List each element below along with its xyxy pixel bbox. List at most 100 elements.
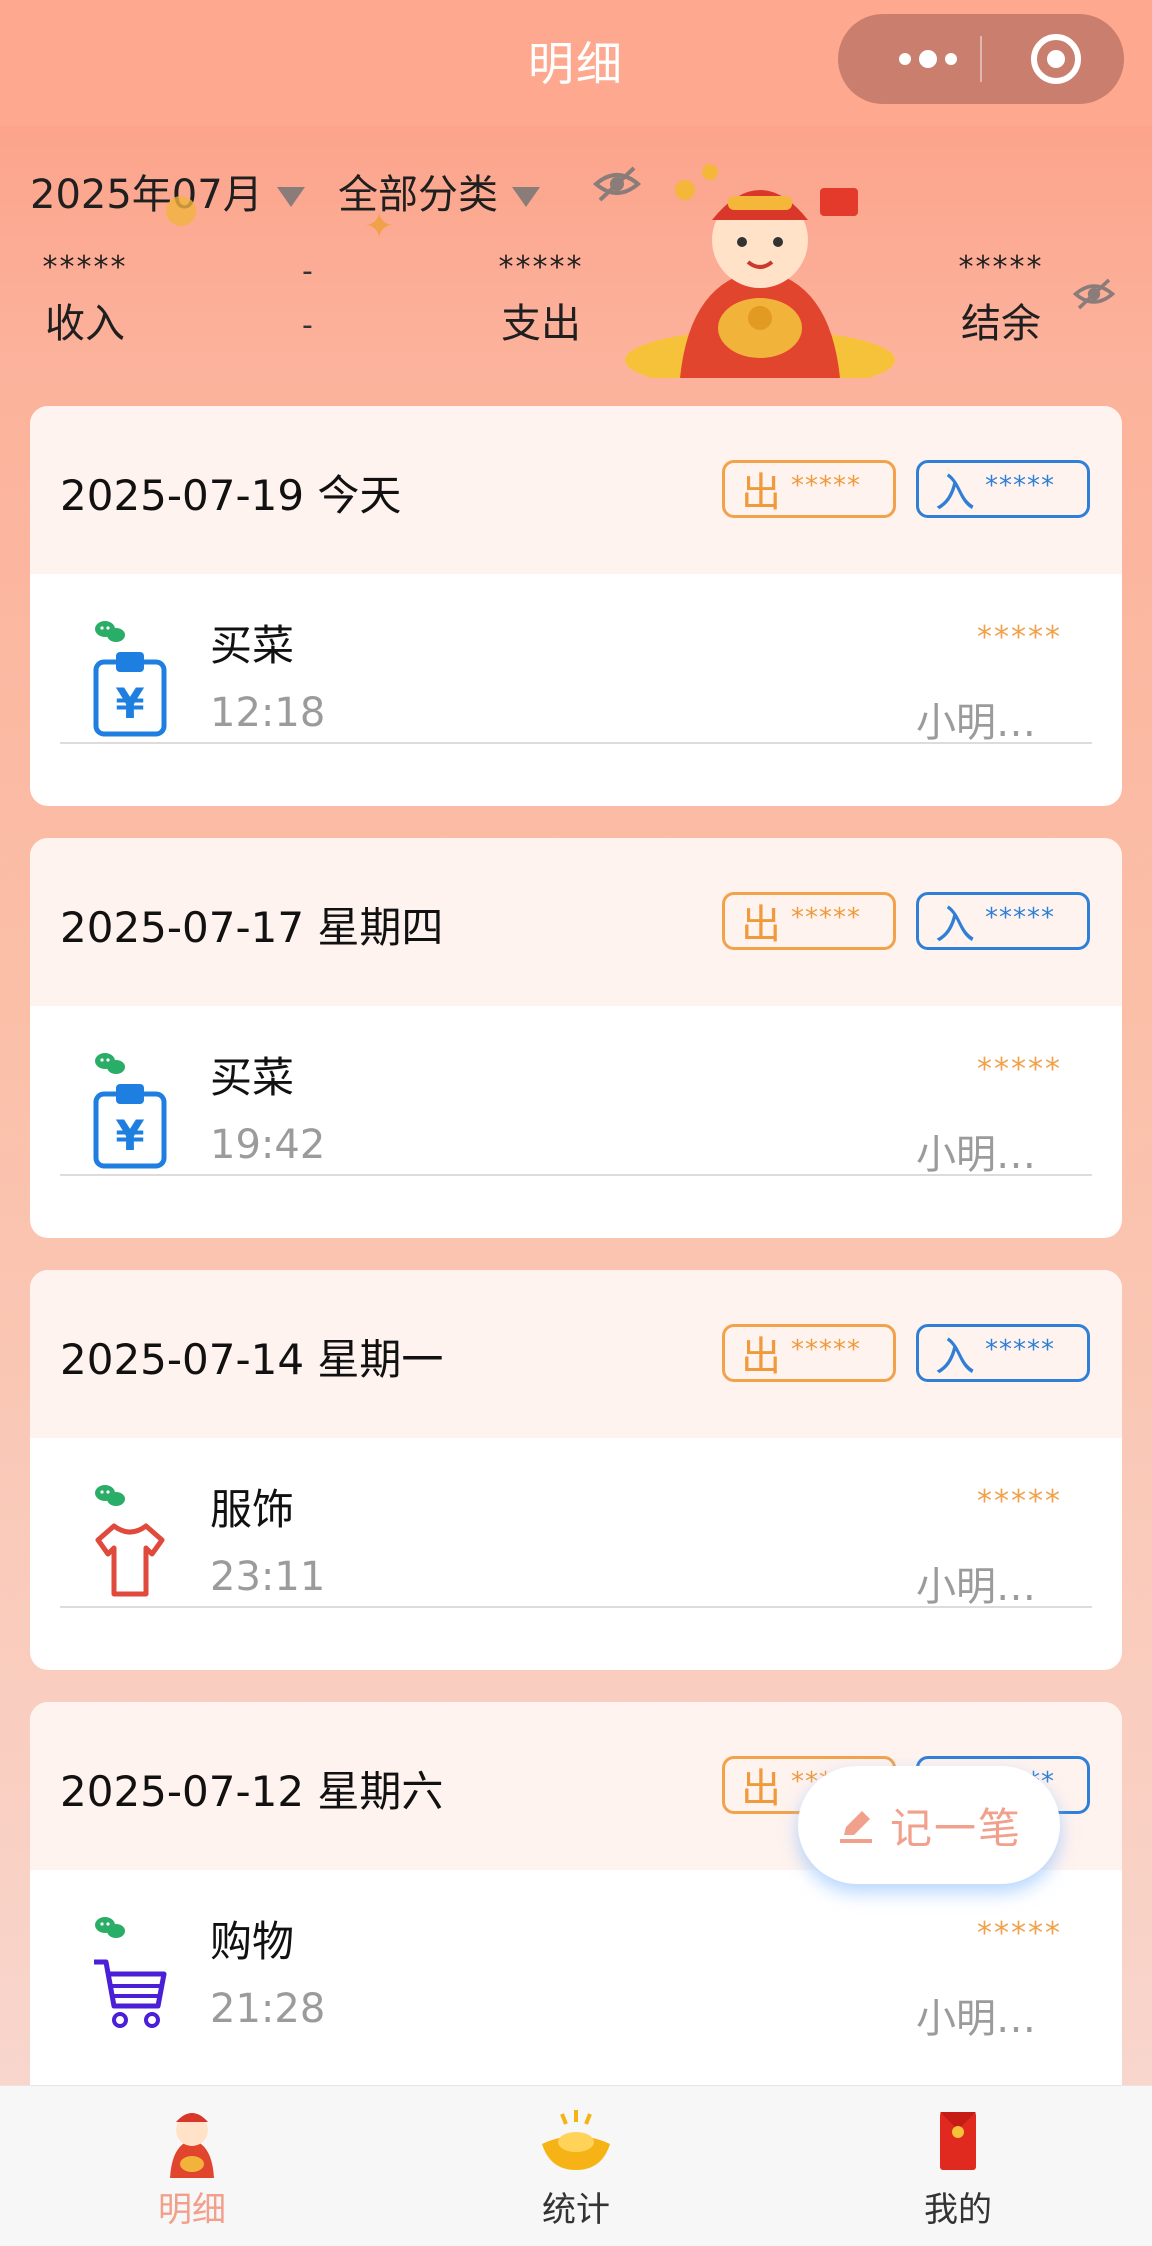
income-summary: ***** 收入 xyxy=(30,250,140,349)
income-badge-value: ***** xyxy=(985,1335,1055,1365)
transaction-time: 12:18 xyxy=(210,690,326,736)
day-card-header: 2025-07-19 今天 出 ***** 入 ***** xyxy=(30,406,1122,574)
day-card: 2025-07-19 今天 出 ***** 入 ***** ¥ 买菜 12:18 *… xyxy=(30,406,1122,806)
capsule-divider xyxy=(980,36,982,82)
day-date: 2025-07-14 星期一 xyxy=(60,1335,444,1384)
day-card: 2025-07-17 星期四 出 ***** 入 ***** ¥ 买菜 19:42 … xyxy=(30,838,1122,1238)
transaction-person: 小明… xyxy=(916,700,1036,746)
svg-text:¥: ¥ xyxy=(115,1111,144,1160)
dropdown-triangle-icon xyxy=(512,187,540,207)
category-selector-label: 全部分类 xyxy=(338,172,498,218)
day-expense-badge: 出 ***** xyxy=(722,1324,896,1382)
balance-label: 结余 xyxy=(961,301,1041,347)
gold-ingot-icon xyxy=(542,2110,610,2170)
summary-header: 2025年07月 全部分类 ***** 收入 - - ***** 支出 = **… xyxy=(0,126,1152,378)
expense-badge-label: 出 xyxy=(741,1766,781,1812)
expense-summary: ***** 支出 xyxy=(486,250,596,349)
tab-details-label: 明细 xyxy=(158,2190,226,2230)
day-card-header: 2025-07-14 星期一 出 ***** 入 ***** xyxy=(30,1270,1122,1438)
transaction-time: 21:28 xyxy=(210,1986,326,2032)
mini-program-capsule xyxy=(838,14,1124,104)
transaction-amount: ***** xyxy=(977,1484,1062,1519)
day-date: 2025-07-12 星期六 xyxy=(60,1767,444,1816)
transaction-amount: ***** xyxy=(977,620,1062,655)
transaction-row[interactable]: 购物 21:28 ***** 小明… xyxy=(30,1870,1122,2070)
transaction-time: 19:42 xyxy=(210,1122,326,1168)
income-badge-label: 入 xyxy=(935,1334,975,1380)
expense-badge-value: ***** xyxy=(791,471,861,501)
svg-text:¥: ¥ xyxy=(115,679,144,728)
day-card-header: 2025-07-17 星期四 出 ***** 入 ***** xyxy=(30,838,1122,1006)
income-value: ***** xyxy=(42,250,128,285)
dropdown-triangle-icon xyxy=(276,187,305,207)
transaction-category: 买菜 xyxy=(210,1053,295,1102)
sparkle-decoration-icon: ✦ xyxy=(364,206,395,247)
day-expense-badge: 出 ***** xyxy=(722,892,896,950)
shopping-cart-icon xyxy=(94,1959,167,2028)
day-date: 2025-07-17 星期四 xyxy=(60,903,444,952)
add-record-button[interactable]: 记一笔 xyxy=(798,1766,1060,1884)
income-badge-value: ***** xyxy=(985,471,1055,501)
god-of-wealth-mascot-icon xyxy=(625,164,895,378)
transaction-person: 小明… xyxy=(916,1564,1036,1610)
income-badge-value: ***** xyxy=(985,903,1055,933)
tshirt-icon xyxy=(95,1523,165,1597)
tab-statistics-label: 统计 xyxy=(542,2190,610,2230)
income-badge-label: 入 xyxy=(935,902,975,948)
expense-badge-label: 出 xyxy=(741,470,781,516)
tab-mine-label: 我的 xyxy=(924,2190,992,2230)
expense-label: 支出 xyxy=(501,301,581,347)
day-income-badge: 入 ***** xyxy=(916,460,1090,518)
row-divider xyxy=(60,1174,1092,1176)
row-divider xyxy=(60,742,1092,744)
row-divider xyxy=(60,1606,1092,1608)
wallet-clipboard-icon: ¥ xyxy=(93,652,167,737)
day-date: 2025-07-19 今天 xyxy=(60,471,402,520)
tab-mine[interactable]: 我的 xyxy=(858,2104,1058,2231)
transaction-row[interactable]: ¥ 买菜 19:42 ***** 小明… xyxy=(30,1006,1122,1206)
income-label: 收入 xyxy=(45,301,125,347)
balance-summary: ***** 结余 xyxy=(946,250,1056,349)
transaction-category: 买菜 xyxy=(210,621,295,670)
day-card: 2025-07-14 星期一 出 ***** 入 ***** 服饰 23:11 **… xyxy=(30,1270,1122,1670)
red-envelope-icon xyxy=(940,2112,976,2170)
wechat-icon xyxy=(95,1917,125,1938)
expense-badge-value: ***** xyxy=(791,903,861,933)
transaction-time: 23:11 xyxy=(210,1554,326,1600)
add-record-label: 记一笔 xyxy=(889,1803,1022,1853)
coin-decoration-icon xyxy=(166,196,196,226)
day-expense-badge: 出 ***** xyxy=(722,460,896,518)
transaction-category: 购物 xyxy=(210,1917,295,1966)
wechat-icon xyxy=(95,1485,125,1506)
transaction-amount: ***** xyxy=(977,1916,1062,1951)
transaction-person: 小明… xyxy=(916,1996,1036,2042)
wallet-clipboard-icon: ¥ xyxy=(93,1084,167,1169)
expense-badge-label: 出 xyxy=(741,1334,781,1380)
day-income-badge: 入 ***** xyxy=(916,1324,1090,1382)
tab-statistics[interactable]: 统计 xyxy=(476,2104,676,2231)
day-income-badge: 入 ***** xyxy=(916,892,1090,950)
expense-badge-label: 出 xyxy=(741,902,781,948)
hide-balance-eye-icon[interactable] xyxy=(1072,276,1116,312)
tab-details[interactable]: 明细 xyxy=(92,2104,292,2231)
more-menu-icon[interactable] xyxy=(878,14,978,104)
day-card: 2025-07-12 星期六 出***** 入***** 购物 21:28 **… xyxy=(30,1702,1122,2085)
wechat-icon xyxy=(95,1053,125,1074)
balance-value: ***** xyxy=(958,250,1044,285)
transaction-person: 小明… xyxy=(916,1132,1036,1178)
separator: - xyxy=(302,254,313,289)
pencil-icon xyxy=(839,1811,872,1843)
wechat-icon xyxy=(95,621,125,642)
expense-value: ***** xyxy=(498,250,584,285)
mascot-icon xyxy=(170,2113,214,2178)
transaction-amount: ***** xyxy=(977,1052,1062,1087)
transaction-row[interactable]: 服饰 23:11 ***** 小明… xyxy=(30,1438,1122,1638)
transaction-category: 服饰 xyxy=(210,1485,295,1534)
tab-bar: 明细 统计 我的 xyxy=(0,2085,1152,2246)
expense-badge-value: ***** xyxy=(791,1335,861,1365)
month-selector-label: 2025年07月 xyxy=(30,172,263,218)
separator: - xyxy=(302,308,313,343)
transaction-row[interactable]: ¥ 买菜 12:18 ***** 小明… xyxy=(30,574,1122,774)
income-badge-label: 入 xyxy=(935,470,975,516)
close-program-icon[interactable] xyxy=(1028,31,1084,87)
